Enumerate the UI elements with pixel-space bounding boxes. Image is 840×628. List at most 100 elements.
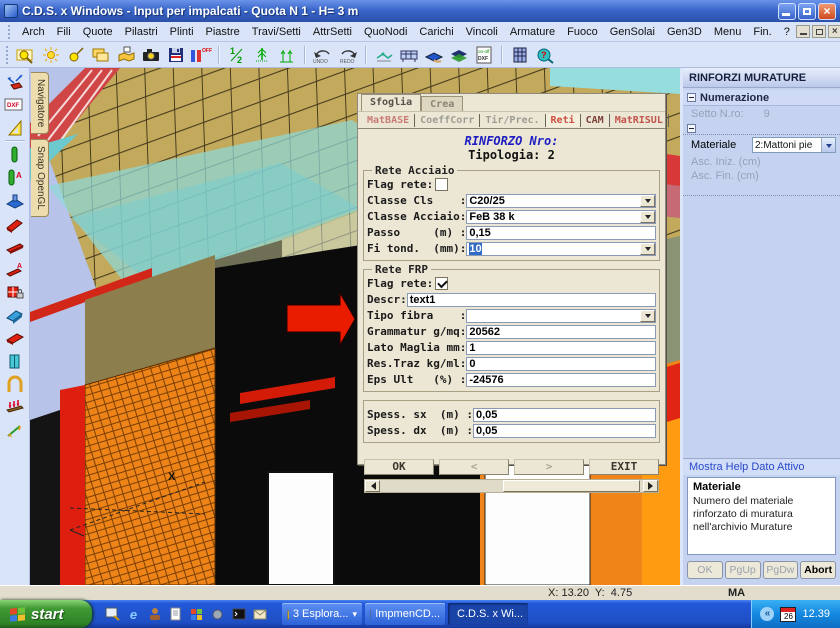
ramp-icon[interactable] xyxy=(3,212,27,235)
copy-floor-icon[interactable] xyxy=(89,44,113,66)
menu-gen3d[interactable]: Gen3D xyxy=(661,24,708,40)
scroll-right-icon[interactable] xyxy=(643,480,658,492)
start-button[interactable]: start xyxy=(0,600,92,628)
eps-ult-input[interactable]: -24576 xyxy=(466,373,656,387)
next-button[interactable]: > xyxy=(514,459,584,475)
undo-icon[interactable]: UNDO xyxy=(311,44,335,66)
classe-acciaio-select[interactable]: FeB 38 k xyxy=(466,210,656,224)
dropdown-arrow-icon[interactable] xyxy=(821,138,835,152)
snapshot-camera-icon[interactable] xyxy=(139,44,163,66)
roof-slab-icon[interactable] xyxy=(3,327,27,350)
regen-sun-icon[interactable] xyxy=(39,44,63,66)
flag-rete-frp-checkbox[interactable] xyxy=(435,277,448,290)
internet-explorer-icon[interactable]: e xyxy=(125,606,142,623)
scroll-left-icon[interactable] xyxy=(365,480,380,492)
tab-matrisul[interactable]: MatRISUL xyxy=(610,114,669,127)
dxf-export-icon[interactable]: DXF xyxy=(3,93,27,116)
node-measure-icon[interactable] xyxy=(275,44,299,66)
show-desktop-icon[interactable] xyxy=(104,606,121,623)
scrollbar-thumb[interactable] xyxy=(503,480,641,492)
collapse-icon[interactable] xyxy=(687,124,696,133)
view-3d-icon[interactable] xyxy=(114,44,138,66)
tab-snap-opengl[interactable]: Snap OpenGL xyxy=(31,139,49,217)
help-link[interactable]: Mostra Help Dato Attivo xyxy=(683,458,840,475)
tipo-fibra-select[interactable] xyxy=(466,309,656,323)
layers-icon[interactable] xyxy=(447,44,471,66)
node-tree-icon[interactable] xyxy=(250,44,274,66)
materiale-select[interactable]: 2:Mattoni pie xyxy=(752,137,836,153)
exit-button[interactable]: EXIT xyxy=(589,459,659,475)
beam-label-icon[interactable]: A xyxy=(3,258,27,281)
menu-armature[interactable]: Armature xyxy=(504,24,561,40)
dropdown-arrow-icon[interactable] xyxy=(640,211,655,223)
grammatur-input[interactable]: 20562 xyxy=(466,325,656,339)
ruler-triangle-icon[interactable] xyxy=(3,116,27,139)
numbering-icon[interactable]: 12 xyxy=(225,44,249,66)
clock[interactable]: 12.39 xyxy=(802,608,830,620)
zoom-window-icon[interactable] xyxy=(14,44,38,66)
dropdown-arrow-icon[interactable] xyxy=(640,310,655,322)
pan-arrows-icon[interactable] xyxy=(3,70,27,93)
res-traz-input[interactable]: 0 xyxy=(466,357,656,371)
panel-ok-button[interactable]: OK xyxy=(687,561,723,579)
fi-tond-select[interactable]: 10 xyxy=(466,242,656,256)
mdi-close-button[interactable]: × xyxy=(828,25,840,38)
pgup-button[interactable]: PgUp xyxy=(725,561,761,579)
menu-travi-setti[interactable]: Travi/Setti xyxy=(246,24,307,40)
colors-grid-icon[interactable] xyxy=(188,606,205,623)
building-icon[interactable] xyxy=(508,44,532,66)
tab-sfoglia[interactable]: Sfoglia xyxy=(361,94,421,111)
panel-lock-icon[interactable] xyxy=(3,281,27,304)
minimize-button[interactable] xyxy=(778,3,796,20)
mdi-minimize-button[interactable] xyxy=(796,25,810,38)
mail-icon[interactable] xyxy=(251,606,268,623)
layer-hand-icon[interactable] xyxy=(422,44,446,66)
tab-matbase[interactable]: MatBASE xyxy=(362,114,415,127)
menu-arch[interactable]: Arch xyxy=(16,24,51,40)
table-icon[interactable] xyxy=(397,44,421,66)
columns-off-icon[interactable]: OFF xyxy=(189,44,213,66)
settings-icon[interactable] xyxy=(209,606,226,623)
redo-icon[interactable]: REDO xyxy=(336,44,360,66)
column-icon[interactable] xyxy=(3,143,27,166)
arch-icon[interactable] xyxy=(3,373,27,396)
pgdw-button[interactable]: PgDw xyxy=(763,561,799,579)
tab-cam[interactable]: CAM xyxy=(581,114,610,127)
dropdown-arrow-icon[interactable] xyxy=(640,243,655,255)
wall-icon[interactable] xyxy=(3,304,27,327)
collapse-icon[interactable] xyxy=(687,93,696,102)
beam-icon[interactable] xyxy=(3,235,27,258)
menu-vincoli[interactable]: Vincoli xyxy=(460,24,504,40)
tab-navigatore[interactable]: Navigatore xyxy=(31,72,49,134)
measure-caliper-icon[interactable] xyxy=(3,419,27,442)
lato-maglia-input[interactable]: 1 xyxy=(466,341,656,355)
menu-pilastri[interactable]: Pilastri xyxy=(119,24,164,40)
menu-fuoco[interactable]: Fuoco xyxy=(561,24,604,40)
tab-reti[interactable]: Reti xyxy=(546,114,581,127)
spess-sx-input[interactable]: 0,05 xyxy=(473,408,656,422)
user-icon[interactable] xyxy=(146,606,163,623)
slab-icon[interactable] xyxy=(3,350,27,373)
task-cds[interactable]: C.D.S. x Wi... xyxy=(448,603,528,625)
task-impmencd[interactable]: ImpmenCD... xyxy=(365,603,445,625)
menu-carichi[interactable]: Carichi xyxy=(413,24,459,40)
close-button[interactable]: × xyxy=(818,3,836,20)
load-arrows-icon[interactable] xyxy=(3,396,27,419)
column-label-icon[interactable]: A xyxy=(3,166,27,189)
menu-quonodi[interactable]: QuoNodi xyxy=(358,24,413,40)
document-icon[interactable] xyxy=(167,606,184,623)
menu-help[interactable]: ? xyxy=(778,24,796,40)
tab-tir-prec[interactable]: Tir/Prec. xyxy=(480,114,545,127)
flag-rete-acciaio-checkbox[interactable] xyxy=(435,178,448,191)
menu-fili[interactable]: Fili xyxy=(51,24,77,40)
calendar-tray-icon[interactable]: 26 xyxy=(780,607,796,622)
spess-dx-input[interactable]: 0,05 xyxy=(473,424,656,438)
restore-button[interactable] xyxy=(798,3,816,20)
mesh-gen-icon[interactable] xyxy=(372,44,396,66)
tab-coeffcorr[interactable]: CoeffCorr xyxy=(415,114,480,127)
ok-button[interactable]: OK xyxy=(364,459,434,475)
dialog-scrollbar[interactable] xyxy=(364,479,659,493)
foundation-icon[interactable] xyxy=(3,189,27,212)
menu-plinti[interactable]: Plinti xyxy=(164,24,200,40)
task-esplora[interactable]: 3 Esplora... ▾ xyxy=(282,603,362,625)
